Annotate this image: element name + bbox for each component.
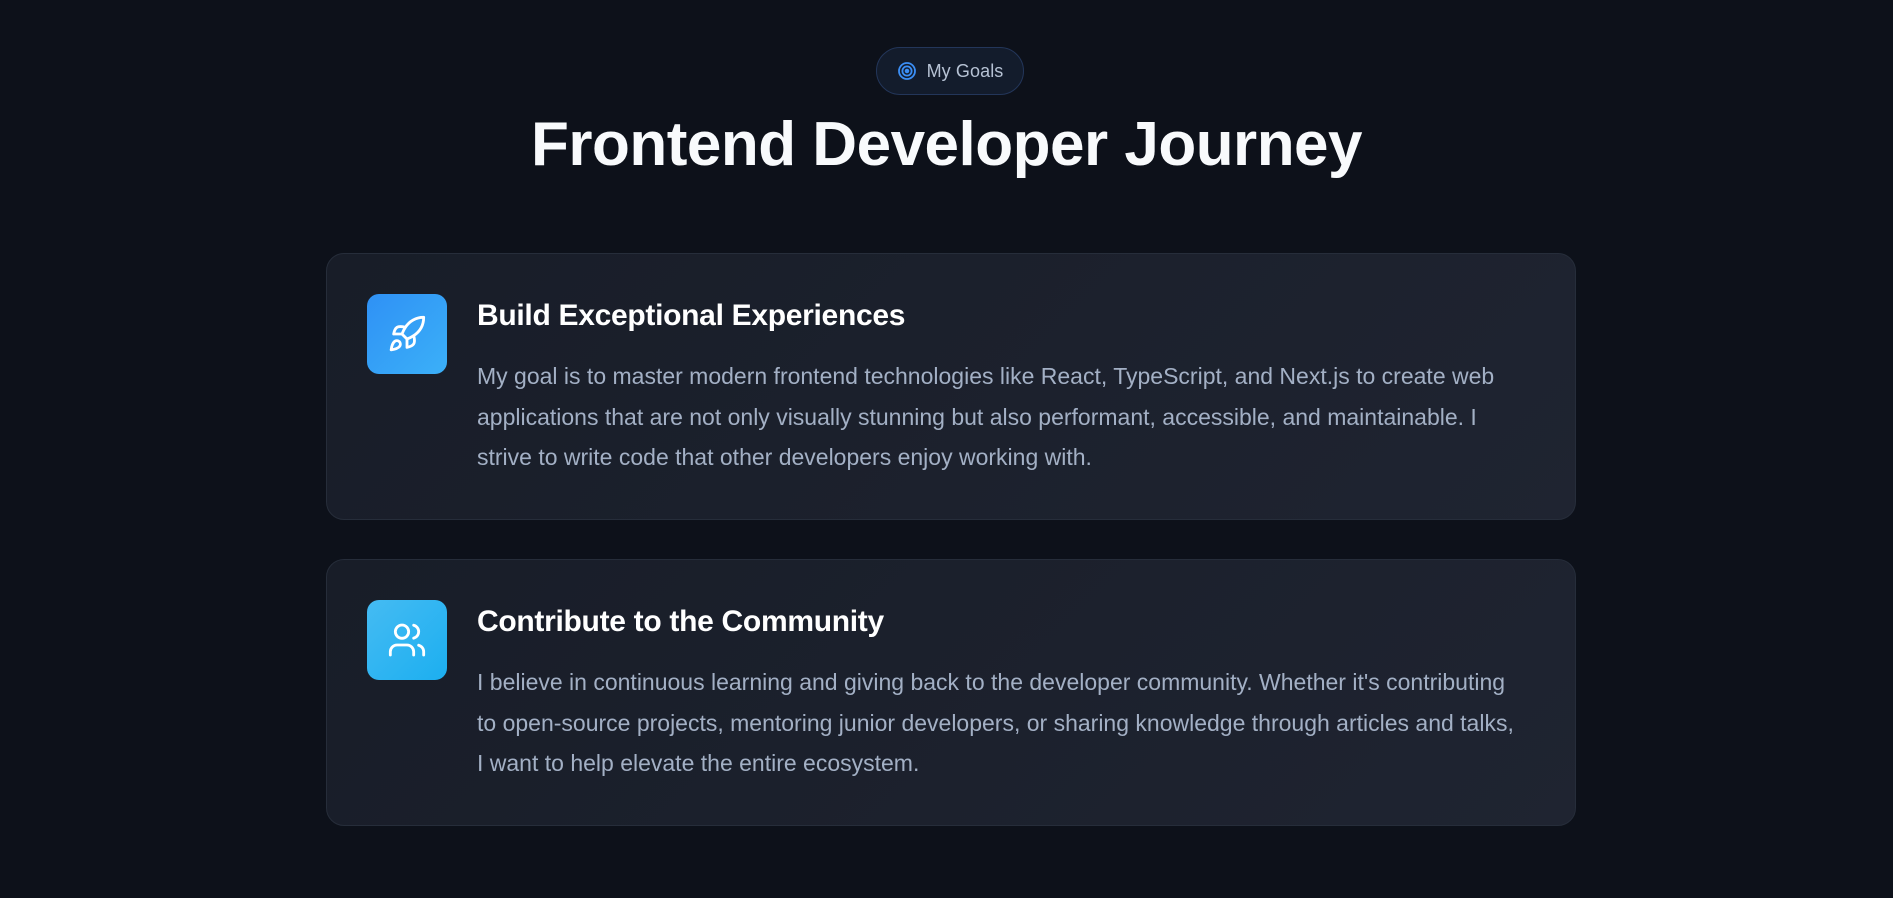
goal-card-experiences: Build Exceptional Experiences My goal is… bbox=[326, 253, 1576, 520]
goal-description: My goal is to master modern frontend tec… bbox=[477, 363, 1495, 470]
goal-description: I believe in continuous learning and giv… bbox=[477, 669, 1514, 776]
goal-card-community: Contribute to the Community I believe in… bbox=[326, 559, 1576, 826]
users-icon bbox=[367, 600, 447, 680]
my-goals-badge: My Goals bbox=[876, 47, 1024, 95]
goal-title: Contribute to the Community bbox=[477, 605, 884, 638]
goal-title: Build Exceptional Experiences bbox=[477, 299, 906, 332]
rocket-icon bbox=[367, 294, 447, 374]
target-icon bbox=[897, 61, 917, 81]
page-title: Frontend Developer Journey bbox=[530, 110, 1363, 179]
goals-page: My Goals Frontend Developer Journey Buil… bbox=[0, 0, 1893, 898]
badge-label: My Goals bbox=[926, 60, 1004, 81]
